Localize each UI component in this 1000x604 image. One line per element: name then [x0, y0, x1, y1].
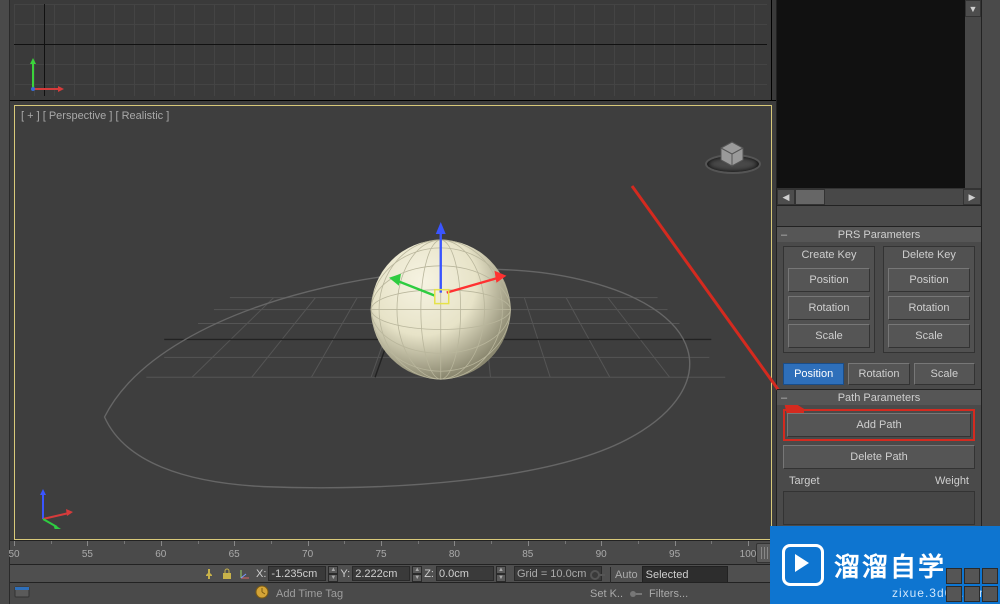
rollout-prs-title: PRS Parameters [838, 229, 921, 241]
viewport-nav-icons[interactable] [946, 568, 998, 602]
scroll-right-icon[interactable]: ▶ [963, 189, 981, 205]
add-path-button[interactable]: Add Path [787, 413, 971, 437]
delete-scale-button[interactable]: Scale [888, 324, 970, 348]
delete-path-button[interactable]: Delete Path [783, 445, 975, 469]
scroll-thumb[interactable] [795, 189, 825, 205]
z-label: Z: [424, 568, 434, 580]
grid-display: Grid = 10.0cm [514, 566, 602, 581]
watermark-play-icon [782, 544, 824, 586]
create-key-group: Create Key Position Rotation Scale [783, 246, 875, 353]
create-position-button[interactable]: Position [788, 268, 870, 292]
viewport-perspective[interactable]: [ + ] [ Perspective ] [ Realistic ] [14, 105, 772, 540]
tab-scale[interactable]: Scale [914, 363, 975, 385]
rollout-prs: – PRS Parameters Create Key Position Rot… [777, 226, 981, 389]
rollout-path-title: Path Parameters [838, 392, 921, 404]
rollout-path-head[interactable]: – Path Parameters [777, 390, 981, 405]
trackview-scrollbar-v[interactable]: ▼ [965, 0, 981, 188]
z-input[interactable] [436, 566, 494, 581]
x-spinner[interactable]: ▲▼ [328, 566, 338, 581]
viewcube[interactable] [705, 140, 757, 174]
script-listener-icon[interactable] [14, 584, 30, 603]
selected-dropdown[interactable]: Selected [642, 566, 728, 583]
create-scale-button[interactable]: Scale [788, 324, 870, 348]
target-weight-list[interactable] [783, 491, 975, 525]
add-time-tag-label[interactable]: Add Time Tag [276, 588, 343, 600]
collapse-icon[interactable]: – [781, 229, 791, 239]
viewport-area: [ + ] [ Perspective ] [ Realistic ] [10, 0, 776, 540]
upper-viewports [10, 0, 776, 101]
watermark-title: 溜溜自学 [834, 547, 946, 584]
setkey-label[interactable]: Set K.. [590, 588, 623, 600]
nav-icon[interactable] [946, 586, 962, 602]
axis-gizmo-icon [28, 54, 68, 94]
coord-system-icon[interactable] [238, 567, 252, 581]
selected-dropdown-label: Selected [646, 569, 724, 581]
left-toolbar-strip [0, 0, 10, 604]
key-filters-icon[interactable] [628, 586, 644, 602]
scroll-left-icon[interactable]: ◀ [777, 189, 795, 205]
scroll-down-icon[interactable]: ▼ [965, 0, 981, 17]
nav-icon[interactable] [946, 568, 962, 584]
delete-position-button[interactable]: Position [888, 268, 970, 292]
collapse-icon[interactable]: – [781, 392, 791, 402]
rollout-prs-head[interactable]: – PRS Parameters [777, 227, 981, 242]
delete-rotation-button[interactable]: Rotation [888, 296, 970, 320]
nav-icon[interactable] [964, 568, 980, 584]
y-label: Y: [340, 568, 350, 580]
rollout-path: – Path Parameters Add Path Delete Path T… [777, 389, 981, 525]
x-input[interactable] [268, 566, 326, 581]
time-ruler[interactable]: 50556065707580859095100 [10, 540, 776, 564]
create-key-title: Create Key [784, 247, 874, 264]
command-panel: ▼ ◀ ▶ – PRS Parameters Create Key [776, 0, 981, 604]
pushpin-icon[interactable] [202, 567, 216, 581]
weight-label: Weight [935, 475, 969, 487]
tab-rotation[interactable]: Rotation [848, 363, 909, 385]
track-view[interactable]: ▼ [777, 0, 981, 188]
viewcube-icon [717, 138, 747, 168]
y-input[interactable] [352, 566, 410, 581]
scene-render [15, 106, 771, 539]
x-label: X: [256, 568, 266, 580]
tab-position[interactable]: Position [783, 363, 844, 385]
key-icon[interactable] [590, 567, 606, 583]
target-label: Target [789, 475, 820, 487]
y-spinner[interactable]: ▲▼ [412, 566, 422, 581]
trackview-scrollbar-h[interactable]: ◀ ▶ [777, 188, 981, 205]
autokey-label[interactable]: Auto [615, 569, 638, 581]
create-rotation-button[interactable]: Rotation [788, 296, 870, 320]
delete-key-group: Delete Key Position Rotation Scale [883, 246, 975, 353]
nav-icon[interactable] [964, 586, 980, 602]
nav-icon[interactable] [982, 568, 998, 584]
time-tag-icon[interactable] [254, 584, 270, 603]
highlight-add-path: Add Path [783, 409, 975, 441]
viewport-front[interactable] [10, 0, 772, 100]
lock-icon[interactable] [220, 567, 234, 581]
delete-key-title: Delete Key [884, 247, 974, 264]
mini-grid [14, 4, 767, 96]
world-axis-icon [33, 483, 79, 529]
nav-icon[interactable] [982, 586, 998, 602]
z-spinner[interactable]: ▲▼ [496, 566, 506, 581]
keyfilters-label[interactable]: Filters... [649, 588, 688, 600]
right-edge-strip [981, 0, 1000, 604]
